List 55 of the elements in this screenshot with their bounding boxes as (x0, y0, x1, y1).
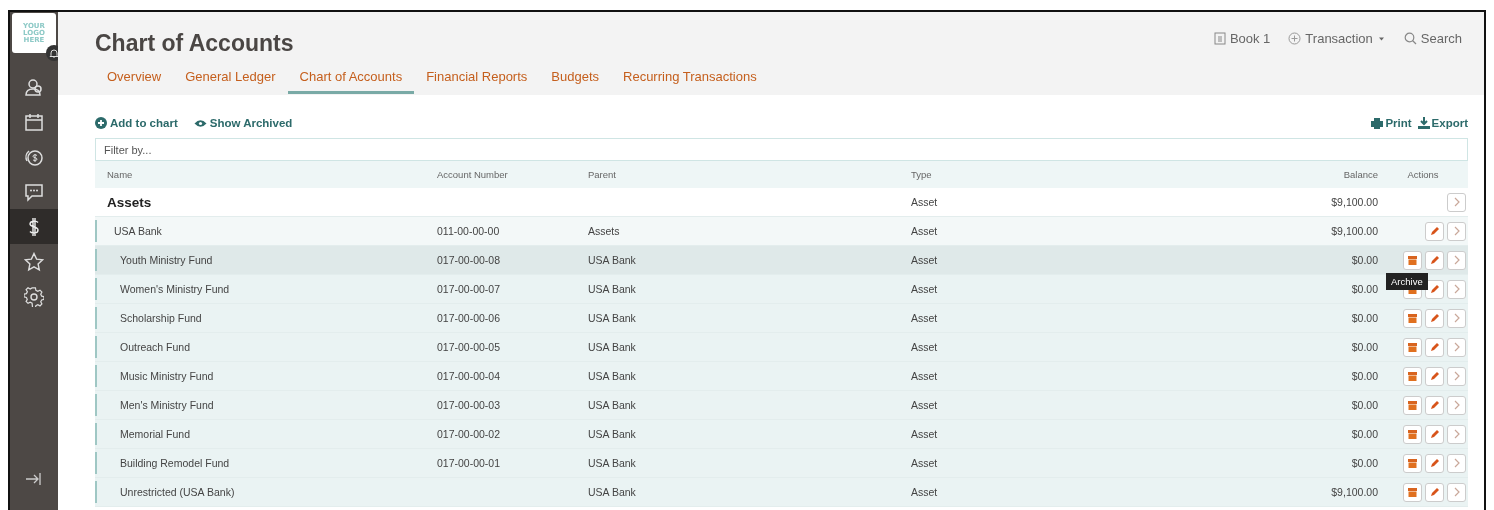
account-number: 011-00-00-00 (437, 225, 500, 237)
parent-account: USA Bank (588, 399, 636, 411)
account-number: 017-00-00-05 (437, 341, 501, 353)
column-header: Actions (1406, 169, 1440, 180)
balance: $0.00 (1351, 312, 1378, 324)
balance: $0.00 (1351, 428, 1378, 440)
balance: $0.00 (1351, 254, 1378, 266)
account-name: Music Ministry Fund (119, 370, 215, 382)
account-name: Building Remodel Fund (119, 457, 231, 469)
account-name: Youth Ministry Fund (119, 254, 214, 266)
account-number: 017-00-00-06 (437, 312, 501, 324)
account-type: Asset (911, 254, 938, 266)
column-header: Account Number (437, 169, 509, 180)
account-type: Asset (911, 341, 938, 353)
account-type: Asset (911, 399, 938, 411)
column-header: Name (106, 169, 134, 180)
account-name: Memorial Fund (119, 428, 192, 440)
column-header: Parent (588, 169, 617, 180)
account-name: Men's Ministry Fund (119, 399, 215, 411)
balance: $9,100.00 (1331, 225, 1378, 237)
account-name: Unrestricted (USA Bank) (119, 486, 236, 498)
balance: $0.00 (1351, 370, 1378, 382)
parent-account: USA Bank (588, 428, 636, 440)
account-type: Asset (911, 428, 938, 440)
balance: $0.00 (1351, 399, 1378, 411)
parent-account: USA Bank (588, 370, 636, 382)
balance: $0.00 (1351, 457, 1378, 469)
parent-account: USA Bank (588, 457, 636, 469)
balance: $0.00 (1351, 341, 1378, 353)
account-type: Asset (911, 370, 938, 382)
account-number: 017-00-00-02 (437, 428, 501, 440)
account-type: Asset (911, 312, 938, 324)
account-number: 017-00-00-08 (437, 254, 501, 266)
parent-account: USA Bank (588, 341, 636, 353)
balance: $9,100.00 (1331, 486, 1378, 498)
account-type: Asset (911, 486, 938, 498)
account-number: 017-00-00-03 (437, 399, 501, 411)
page-title: Chart of Accounts (95, 29, 294, 57)
account-name: Outreach Fund (119, 341, 192, 353)
account-number: 017-00-00-04 (437, 370, 501, 382)
balance: $9,100.00 (1331, 196, 1378, 208)
parent-account: Assets (588, 225, 620, 237)
parent-account: USA Bank (588, 312, 636, 324)
account-name: Assets (106, 194, 153, 210)
column-header: Type (911, 169, 933, 180)
account-type: Asset (911, 225, 938, 237)
parent-account: USA Bank (588, 254, 636, 266)
column-header: Balance (1342, 169, 1378, 180)
account-type: Asset (911, 196, 938, 208)
account-name: Scholarship Fund (119, 312, 203, 324)
parent-account: USA Bank (588, 486, 636, 498)
account-type: Asset (911, 457, 938, 469)
account-name: USA Bank (113, 225, 163, 237)
tooltip: Archive (1386, 272, 1428, 290)
account-number: 017-00-00-01 (437, 457, 501, 469)
